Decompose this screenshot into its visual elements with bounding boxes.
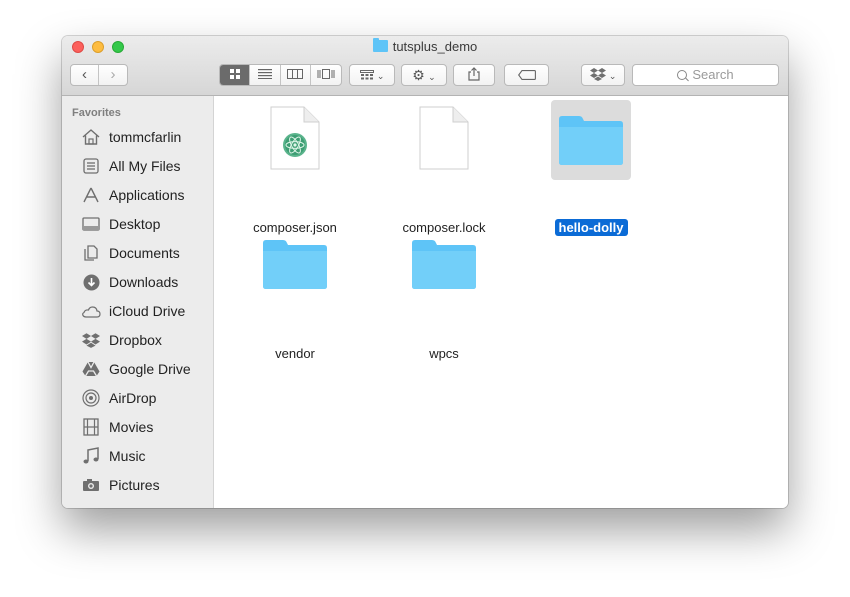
column-view-button[interactable] [281, 65, 311, 85]
sidebar-item-label: iCloud Drive [109, 303, 186, 319]
icon-view-button[interactable] [220, 65, 251, 85]
sidebar: Favorites tommcfarlin All My Files Appli… [62, 96, 214, 508]
desktop-icon [81, 214, 101, 234]
share-button[interactable] [453, 64, 495, 86]
icon-view-icon [229, 69, 240, 79]
documents-icon [81, 243, 101, 263]
list-view-button[interactable] [250, 65, 281, 85]
sidebar-item-documents[interactable]: Documents [62, 241, 213, 265]
folder-item-hello-dolly[interactable]: hello-dolly [536, 104, 646, 236]
movies-icon [81, 417, 101, 437]
folder-icon [263, 240, 327, 289]
sidebar-item-google-drive[interactable]: Google Drive [62, 357, 213, 381]
finder-window: tutsplus_demo ‹ › ⌄ ⚙ ⌄ ⌄ Search Favorit… [62, 36, 788, 508]
home-icon [81, 127, 101, 147]
sidebar-item-label: Google Drive [109, 361, 191, 377]
sidebar-item-label: Desktop [109, 216, 161, 232]
chevron-down-icon: ⌄ [376, 71, 385, 81]
chevron-down-icon: ⌄ [428, 72, 436, 82]
view-mode-buttons [219, 64, 342, 86]
sidebar-item-dropbox[interactable]: Dropbox [62, 328, 213, 352]
file-browser: composer.json composer.lock hello-dolly … [214, 96, 788, 508]
dropbox-toolbar-button[interactable]: ⌄ [581, 64, 625, 86]
list-view-icon [257, 69, 272, 79]
folder-icon [559, 116, 623, 165]
file-item-composer-lock[interactable]: composer.lock [389, 104, 499, 235]
sidebar-item-pictures[interactable]: Pictures [62, 473, 213, 497]
file-name: hello-dolly [554, 219, 628, 236]
sidebar-item-label: All My Files [109, 158, 181, 174]
file-name-container: hello-dolly [536, 219, 646, 236]
sidebar-item-label: Dropbox [109, 332, 162, 348]
search-icon [677, 70, 688, 80]
share-icon [468, 67, 480, 81]
sidebar-item-icloud-drive[interactable]: iCloud Drive [62, 299, 213, 323]
arrange-button[interactable]: ⌄ [349, 64, 395, 86]
sidebar-item-tommcfarlin[interactable]: tommcfarlin [62, 125, 213, 149]
music-icon [81, 446, 101, 466]
sidebar-item-label: AirDrop [109, 390, 157, 406]
google-drive-icon [81, 359, 101, 379]
pictures-icon [81, 475, 101, 495]
dropbox-icon [589, 68, 606, 81]
sidebar-item-airdrop[interactable]: AirDrop [62, 386, 213, 410]
titlebar: tutsplus_demo ‹ › ⌄ ⚙ ⌄ ⌄ Search [62, 36, 788, 96]
forward-button[interactable]: › [99, 65, 127, 85]
sidebar-item-label: Downloads [109, 274, 179, 290]
file-name: vendor [275, 346, 315, 361]
search-field[interactable]: Search [632, 64, 779, 86]
file-item-composer-json[interactable]: composer.json [240, 104, 350, 235]
cover-flow-view-button[interactable] [311, 65, 341, 85]
sidebar-item-label: Documents [109, 245, 180, 261]
sidebar-item-movies[interactable]: Movies [62, 415, 213, 439]
sidebar-item-music[interactable]: Music [62, 444, 213, 468]
tag-icon [517, 70, 536, 80]
json-file-icon [270, 106, 320, 170]
tag-button[interactable] [504, 64, 549, 86]
folder-item-vendor[interactable]: vendor [240, 228, 350, 361]
navigation-buttons: ‹ › [70, 64, 128, 86]
window-title: tutsplus_demo [392, 39, 478, 54]
window-title-area: tutsplus_demo [62, 38, 788, 54]
sidebar-item-label: Movies [109, 419, 154, 435]
sidebar-item-label: tommcfarlin [109, 129, 182, 145]
cloud-icon [81, 301, 101, 321]
applications-icon [81, 185, 101, 205]
sidebar-section-favorites: Favorites [72, 107, 121, 119]
action-button[interactable]: ⚙ ⌄ [401, 64, 447, 86]
chevron-down-icon: ⌄ [608, 71, 617, 81]
file-name: wpcs [429, 346, 459, 361]
sidebar-item-desktop[interactable]: Desktop [62, 212, 213, 236]
folder-icon [372, 38, 388, 52]
document-file-icon [419, 106, 469, 170]
sidebar-item-all-my-files[interactable]: All My Files [62, 154, 213, 178]
folder-item-wpcs[interactable]: wpcs [389, 228, 499, 361]
chevron-left-icon: ‹ [82, 66, 87, 83]
all-files-icon [81, 156, 101, 176]
back-button[interactable]: ‹ [71, 65, 100, 85]
sidebar-item-applications[interactable]: Applications [62, 183, 213, 207]
folder-icon [412, 240, 476, 289]
downloads-icon [81, 272, 101, 292]
sidebar-item-label: Pictures [109, 477, 160, 493]
cover-flow-view-icon [317, 69, 335, 79]
gear-icon: ⚙ [412, 67, 425, 83]
airdrop-icon [81, 388, 101, 408]
dropbox-icon [81, 330, 101, 350]
arrange-icon [359, 70, 374, 80]
column-view-icon [287, 69, 304, 79]
sidebar-item-downloads[interactable]: Downloads [62, 270, 213, 294]
search-placeholder: Search [692, 67, 734, 82]
sidebar-item-label: Music [109, 448, 146, 464]
chevron-right-icon: › [110, 66, 116, 83]
sidebar-item-label: Applications [109, 187, 185, 203]
